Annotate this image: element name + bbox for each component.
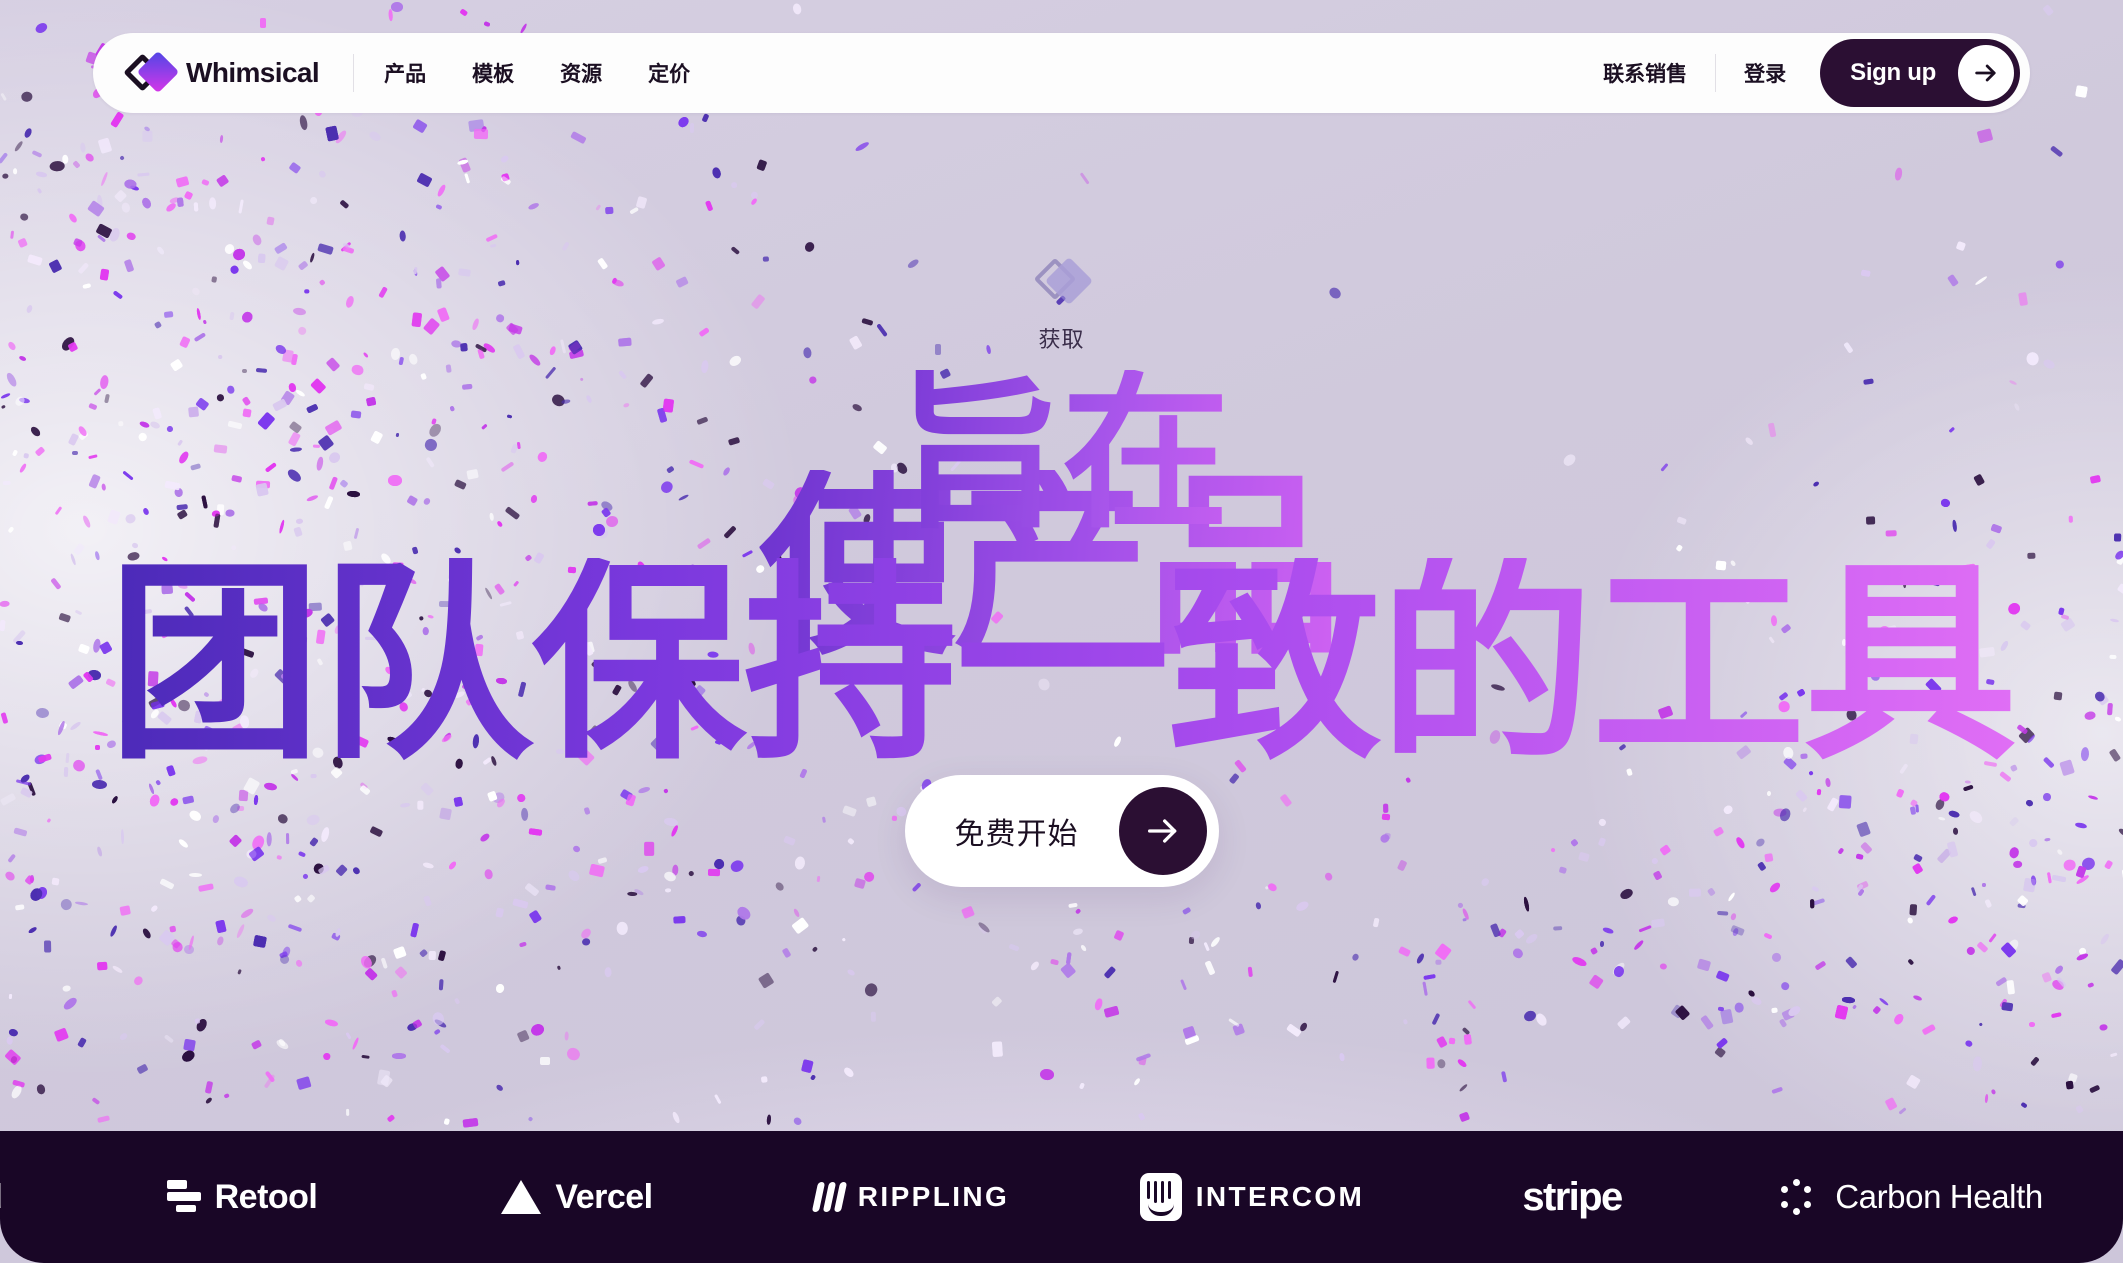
start-free-label: 免费开始 <box>954 818 1079 851</box>
contact-sales-link[interactable]: 联系销售 <box>1603 58 1687 88</box>
logo-carbon-health[interactable]: Carbon Health <box>1722 1177 2102 1217</box>
cta-arrow-right-icon <box>1118 787 1207 875</box>
customer-logo-bar: d Retool Vercel RIPPLING INTERCOM stripe <box>0 1131 2123 1263</box>
vercel-label: Vercel <box>555 1177 653 1216</box>
retool-bars-icon <box>166 1180 201 1214</box>
vercel-triangle-icon <box>501 1180 542 1214</box>
nav-links: 产品 模板 资源 定价 <box>384 58 690 88</box>
intercom-label: INTERCOM <box>1195 1181 1365 1212</box>
nav-actions: 联系销售 登录 Sign up <box>1603 39 2020 107</box>
intercom-face-icon <box>1139 1173 1182 1221</box>
carbon-health-label: Carbon Health <box>1835 1178 2043 1215</box>
logo-stripe[interactable]: stripe <box>1422 1175 1722 1220</box>
brand-logo[interactable]: Whimsical <box>123 50 320 94</box>
hero-headline: 旨在 使产品 团队保持一致的工具 <box>0 330 2123 772</box>
brand-name: Whimsical <box>186 57 320 88</box>
signup-label: Sign up <box>1850 59 1936 86</box>
logo-clipped-left: d <box>0 1178 72 1217</box>
rippling-label: RIPPLING <box>857 1181 1010 1212</box>
nav-item-templates[interactable]: 模板 <box>472 58 514 88</box>
whimsical-diamond-icon <box>123 50 180 94</box>
retool-label: Retool <box>214 1177 318 1216</box>
hero-cta-wrapper: 免费开始 <box>0 775 2123 887</box>
logo-retool[interactable]: Retool <box>72 1178 412 1217</box>
start-free-button[interactable]: 免费开始 <box>904 775 1219 887</box>
arrow-right-icon <box>1958 45 2014 101</box>
top-navigation-bar: Whimsical 产品 模板 资源 定价 联系销售 登录 Sign up <box>93 33 2030 113</box>
hero-section: 获取 旨在 使产品 团队保持一致的工具 免费开始 <box>0 0 2123 1140</box>
headline-line-1: 旨在 <box>895 360 1230 548</box>
eyebrow-diamond-icon <box>1030 252 1094 312</box>
rippling-waves-icon <box>811 1182 847 1212</box>
clipped-logo-text: d <box>0 1178 3 1217</box>
nav-divider-left <box>353 54 355 92</box>
stripe-label: stripe <box>1522 1174 1623 1219</box>
headline-line-3: 团队保持一致的工具 <box>107 545 2018 784</box>
carbon-health-dots-icon <box>1781 1177 1821 1217</box>
logo-intercom[interactable]: INTERCOM <box>1082 1173 1422 1221</box>
nav-item-pricing[interactable]: 定价 <box>648 58 690 88</box>
nav-divider-right <box>1715 54 1717 92</box>
logo-vercel[interactable]: Vercel <box>412 1178 742 1217</box>
signup-button[interactable]: Sign up <box>1820 39 2020 107</box>
landing-page: Whimsical 产品 模板 资源 定价 联系销售 登录 Sign up 获取… <box>0 0 2123 1263</box>
nav-item-resources[interactable]: 资源 <box>560 58 602 88</box>
login-link[interactable]: 登录 <box>1744 58 1786 88</box>
nav-item-products[interactable]: 产品 <box>384 58 426 88</box>
logo-rippling[interactable]: RIPPLING <box>742 1181 1082 1213</box>
